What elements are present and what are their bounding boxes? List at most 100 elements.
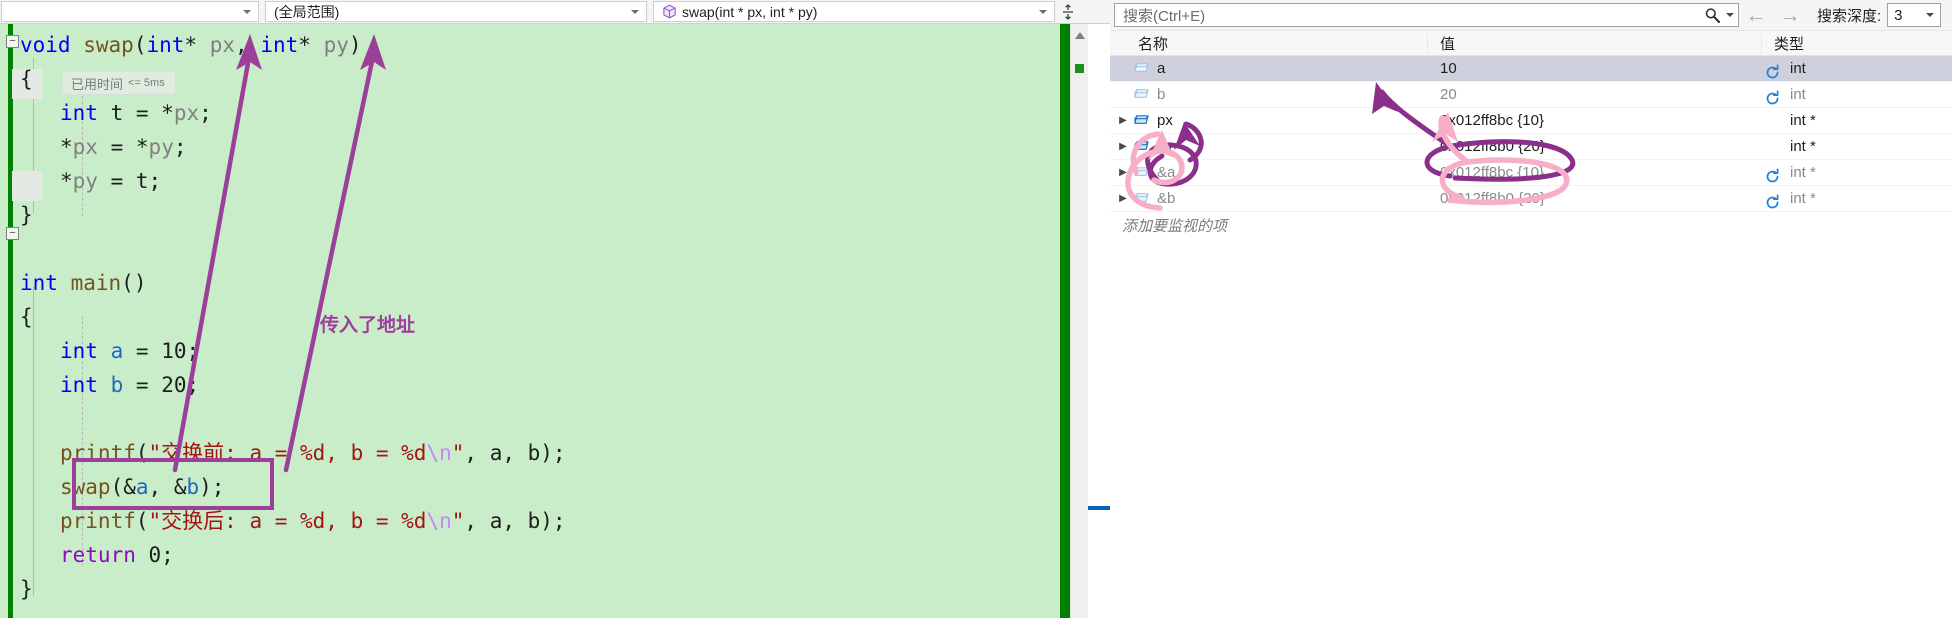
watch-variable-value[interactable]: 0x012ff8b0 {20} xyxy=(1428,190,1762,207)
refresh-icon[interactable] xyxy=(1764,64,1781,81)
code-token: ; xyxy=(199,101,212,125)
scrollbar-change-strip xyxy=(1060,24,1070,618)
elapsed-time-tip: 已用时间 <= 5ms xyxy=(62,71,176,95)
watch-variable-value[interactable]: 0x012ff8bc {10} xyxy=(1428,164,1762,181)
code-token: px xyxy=(72,135,98,159)
watch-variable-value[interactable]: 20 xyxy=(1428,86,1762,103)
code-token: = xyxy=(97,135,136,159)
editor-margin-right xyxy=(1088,24,1110,618)
refresh-icon[interactable] xyxy=(1764,168,1781,185)
code-token: int xyxy=(60,101,98,125)
code-token: 20 xyxy=(161,373,187,397)
watch-variable-type-cell: int xyxy=(1762,86,1952,105)
watch-variable-name: b xyxy=(1157,86,1166,103)
search-options-chevron-icon[interactable] xyxy=(1726,13,1734,17)
variable-box-icon xyxy=(1132,191,1151,206)
watch-row[interactable]: ▶ py 0x012ff8b0 {20} int * xyxy=(1110,134,1952,160)
expand-triangle-icon[interactable]: ▶ xyxy=(1116,141,1130,152)
watch-row[interactable]: ▶b20 int xyxy=(1110,82,1952,108)
code-token: " xyxy=(451,509,465,533)
chevron-down-icon xyxy=(631,9,639,14)
watch-variable-name: &b xyxy=(1157,190,1176,207)
code-line: { xyxy=(0,300,1110,334)
scroll-up-icon[interactable] xyxy=(1074,32,1085,39)
function-scope-combo[interactable]: swap(int * px, int * py) xyxy=(653,1,1055,22)
app-root: (全局范围) swap(int * px, int * py) − − void… xyxy=(0,0,1952,618)
variable-box-icon xyxy=(1132,87,1151,102)
watch-row[interactable]: ▶ &a 0x012ff8bc {10} int * xyxy=(1110,160,1952,186)
code-text-area[interactable]: − − void swap(int* px, int* py){int t = … xyxy=(0,24,1110,618)
code-line: printf("交换前: a = %d, b = %d\n", a, b); xyxy=(0,436,1110,470)
code-token: } xyxy=(20,203,33,227)
code-token: } xyxy=(20,577,33,601)
search-depth-combo[interactable]: 3 xyxy=(1887,3,1942,27)
column-header-name[interactable]: 名称 xyxy=(1110,32,1428,54)
search-icon[interactable] xyxy=(1704,7,1721,24)
watch-variable-name: &a xyxy=(1157,164,1176,181)
watch-row-name-cell: ▶ px xyxy=(1110,112,1428,129)
code-token: py xyxy=(72,169,98,193)
code-token: printf xyxy=(60,509,136,533)
watch-variable-value[interactable]: 0x012ff8b0 {20} xyxy=(1428,138,1762,155)
expand-triangle-icon[interactable]: ▶ xyxy=(1116,167,1130,178)
add-watch-item-row[interactable]: 添加要监视的项 xyxy=(1110,212,1952,238)
chevron-down-icon xyxy=(1039,9,1047,14)
watch-row-name-cell: ▶a xyxy=(1110,60,1428,77)
search-next-button[interactable]: → xyxy=(1773,5,1807,26)
watch-variable-value[interactable]: 0x012ff8bc {10} xyxy=(1428,112,1762,129)
variable-box-icon xyxy=(1132,61,1151,76)
watch-row-name-cell: ▶ &a xyxy=(1110,164,1428,181)
search-depth-value: 3 xyxy=(1894,6,1903,24)
annotation-pass-address: 传入了地址 xyxy=(320,314,416,336)
code-token: ( xyxy=(135,441,149,465)
code-token: t = xyxy=(97,101,162,125)
watch-row[interactable]: ▶ &b 0x012ff8b0 {20} int * xyxy=(1110,186,1952,212)
refresh-icon[interactable] xyxy=(1764,194,1781,211)
code-token: swap xyxy=(83,33,134,57)
watch-variable-type: int * xyxy=(1790,112,1816,129)
split-window-icon[interactable] xyxy=(1055,0,1081,23)
watch-variable-value[interactable]: 10 xyxy=(1428,60,1762,77)
watch-row[interactable]: ▶ px 0x012ff8bc {10} int * xyxy=(1110,108,1952,134)
column-header-type[interactable]: 类型 xyxy=(1762,33,1952,54)
watch-variable-type-cell: int * xyxy=(1762,164,1952,183)
code-token: , xyxy=(148,475,174,499)
code-line: int main() xyxy=(0,266,1110,300)
search-prev-button[interactable]: ← xyxy=(1739,5,1773,26)
global-scope-combo-value: (全局范围) xyxy=(274,3,340,20)
watch-row-name-cell: ▶ py xyxy=(1110,138,1428,155)
code-token: \n xyxy=(426,441,452,465)
refresh-icon[interactable] xyxy=(1764,90,1781,107)
code-token: & xyxy=(173,475,187,499)
code-token: ; xyxy=(173,135,187,159)
code-token: * xyxy=(135,135,149,159)
global-scope-combo[interactable]: (全局范围) xyxy=(265,1,647,22)
cube-icon xyxy=(662,4,677,19)
watch-row-name-cell: ▶ &b xyxy=(1110,190,1428,207)
editor-vertical-scrollbar[interactable] xyxy=(1070,24,1088,618)
code-token: * xyxy=(298,33,311,57)
scrollbar-change-mark xyxy=(1075,64,1084,73)
code-token: = xyxy=(123,373,162,397)
code-token: , a, b); xyxy=(464,509,566,533)
expand-triangle-icon[interactable]: ▶ xyxy=(1116,115,1130,126)
code-token: " xyxy=(451,441,465,465)
code-token: swap xyxy=(60,475,111,499)
watch-variable-type: int xyxy=(1790,86,1806,103)
code-token: = t; xyxy=(97,169,162,193)
code-token: ; xyxy=(186,339,200,363)
code-line: } xyxy=(0,572,1110,606)
expand-triangle-icon[interactable]: ▶ xyxy=(1116,193,1130,204)
project-scope-combo[interactable] xyxy=(1,1,259,22)
code-token: 10 xyxy=(161,339,187,363)
column-header-value[interactable]: 值 xyxy=(1428,32,1762,54)
watch-row[interactable]: ▶a10 int xyxy=(1110,56,1952,82)
code-token: ( xyxy=(133,33,147,57)
search-input[interactable]: 搜索(Ctrl+E) xyxy=(1114,3,1739,27)
code-token: * xyxy=(184,33,198,57)
code-token: * xyxy=(60,135,73,159)
code-token: b xyxy=(110,373,124,397)
